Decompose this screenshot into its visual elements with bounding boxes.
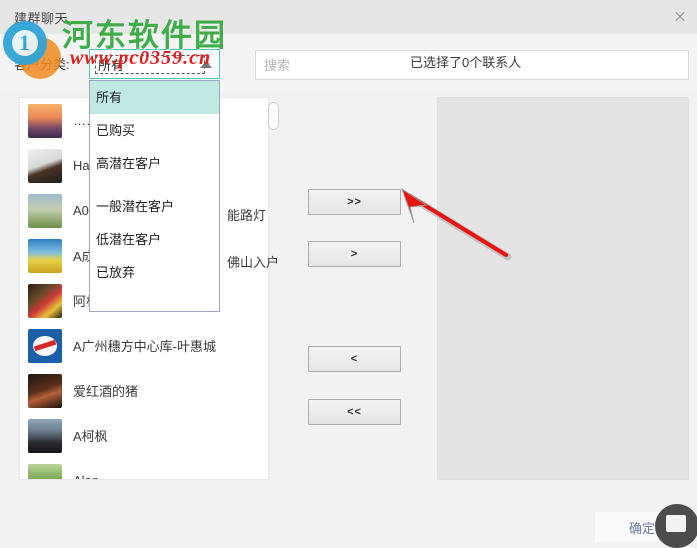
contact-avatar	[28, 418, 62, 453]
contact-avatar	[28, 373, 62, 408]
category-option[interactable]: 一般潜在客户	[90, 190, 219, 223]
contact-list-item[interactable]: A广州穗方中心库-叶惠城	[20, 323, 268, 368]
contact-name: Alan	[73, 473, 99, 479]
category-combobox-value: 所有	[95, 55, 205, 74]
contact-avatar	[28, 238, 62, 273]
category-option[interactable]: 所有	[90, 81, 219, 114]
app-window: 建群聊天 客户分类: 所有 ……HavA00A成阿杜广告商A广州穗方中心库-叶惠…	[0, 0, 697, 548]
contact-name: 爱红酒的猪	[73, 384, 139, 399]
contact-name: A柯枫	[73, 429, 108, 444]
chevron-up-icon	[200, 61, 212, 68]
category-option[interactable]: 高潜在客户	[90, 147, 219, 180]
add-all-button[interactable]: >>	[308, 189, 401, 215]
category-combobox[interactable]: 所有	[89, 49, 220, 79]
contact-avatar	[28, 463, 62, 479]
contact-avatar	[28, 103, 62, 138]
contact-avatar	[28, 283, 62, 318]
add-button[interactable]: >	[308, 241, 401, 267]
category-dropdown-list[interactable]: 所有 已购买 高潜在客户一般潜在客户 低潜在客户 已放弃	[89, 80, 220, 312]
contacts-scrollbar-thumb[interactable]	[268, 102, 279, 130]
category-option[interactable]: 已购买	[90, 114, 219, 147]
floating-action-badge[interactable]	[655, 504, 697, 548]
contact-name: A广州穗方中心库-叶惠城	[73, 339, 217, 354]
contact-list-item[interactable]: Alan	[20, 458, 268, 479]
contacts-scrollbar[interactable]	[268, 100, 279, 480]
selected-contacts-panel[interactable]	[437, 97, 689, 480]
contact-avatar	[28, 148, 62, 183]
footer	[0, 480, 697, 542]
contact-name-occluded: 能路灯	[227, 208, 267, 223]
category-option[interactable]: 已放弃	[90, 256, 219, 289]
close-icon[interactable]	[672, 9, 688, 25]
contact-list-item[interactable]: 爱红酒的猪	[20, 368, 268, 413]
title-bar: 建群聊天	[0, 0, 697, 34]
selection-status-text: 已选择了0个联系人	[410, 55, 522, 70]
category-label: 客户分类:	[14, 57, 70, 72]
contact-avatar	[28, 328, 62, 363]
window-title: 建群聊天	[14, 11, 69, 26]
remove-all-button[interactable]: <<	[308, 399, 401, 425]
contact-name-occluded: 佛山入户	[227, 255, 280, 270]
contact-list-item[interactable]: A柯枫	[20, 413, 268, 458]
remove-button[interactable]: <	[308, 346, 401, 372]
contact-avatar	[28, 193, 62, 228]
chat-bubble-icon	[666, 515, 686, 532]
category-option[interactable]: 低潜在客户	[90, 223, 219, 256]
